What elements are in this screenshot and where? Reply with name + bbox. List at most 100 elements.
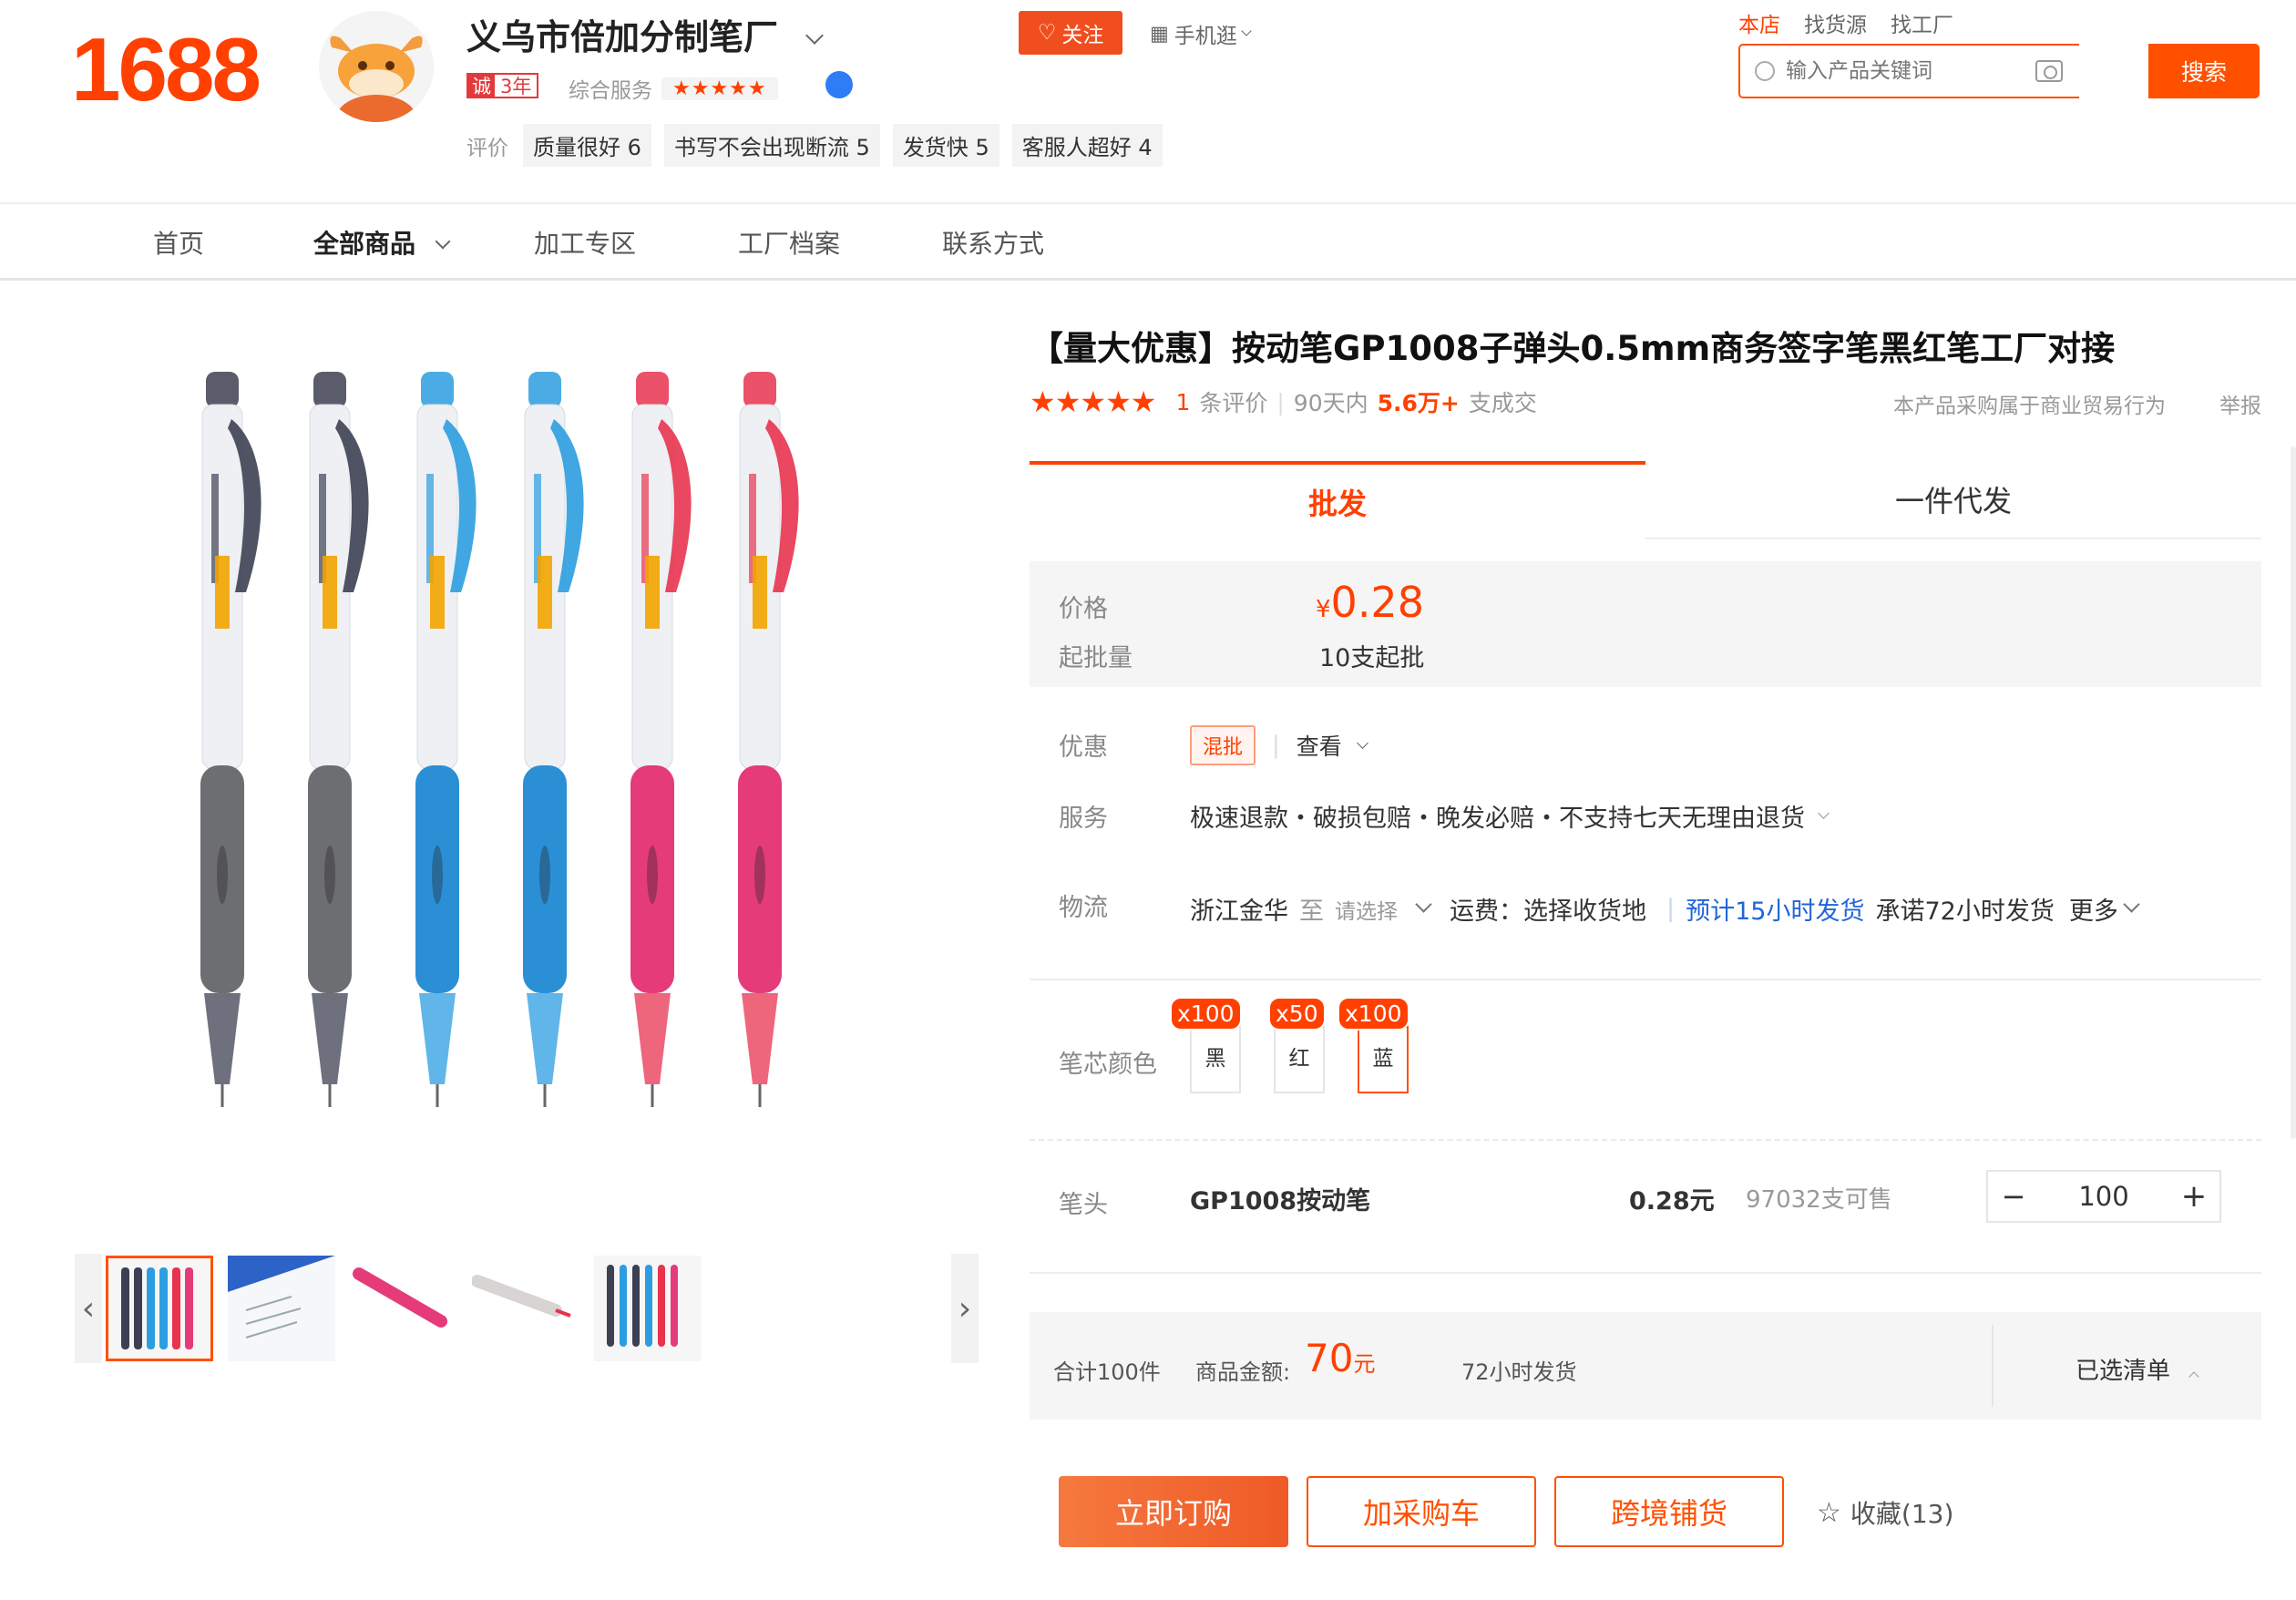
pen-button xyxy=(313,372,346,408)
chevron-down-icon[interactable] xyxy=(1415,896,1432,913)
pen-tip xyxy=(634,993,671,1084)
heart-plus-icon: ♡ xyxy=(1037,21,1057,45)
chevron-down-icon xyxy=(1241,26,1252,36)
chevron-down-icon xyxy=(1818,807,1830,819)
destination-select[interactable]: 请选择 xyxy=(1335,894,1398,925)
sku-stock: 97032支可售 xyxy=(1746,1186,1892,1214)
thumbnail-strip: ‹ › xyxy=(75,1254,979,1363)
pen-button xyxy=(421,372,454,408)
thumbnail-pens-image xyxy=(121,1267,193,1349)
logistics-row: 物流 xyxy=(1059,887,1108,923)
total-count: 合计100件 xyxy=(1053,1359,1161,1385)
camera-icon[interactable] xyxy=(2035,60,2063,82)
pen-grip-slot xyxy=(324,846,335,904)
shop-name[interactable]: 义乌市倍加分制笔厂 xyxy=(466,9,825,59)
promise-text: 承诺72小时发货 xyxy=(1875,897,2055,926)
quantity-minus-button[interactable]: − xyxy=(1988,1172,2039,1221)
scope-find-source[interactable]: 找货源 xyxy=(1804,7,1867,38)
pen-tip xyxy=(742,993,778,1084)
add-to-cart-button[interactable]: 加采购车 xyxy=(1307,1476,1536,1547)
thumbnail-5[interactable] xyxy=(594,1256,702,1361)
search-input[interactable] xyxy=(1786,59,2059,83)
pen-ink xyxy=(215,556,230,629)
integrity-years: 3年 xyxy=(500,76,532,97)
thumb-prev-button[interactable]: ‹ xyxy=(75,1254,102,1363)
mixed-batch-tag: 混批 xyxy=(1190,725,1256,765)
quantity-plus-button[interactable]: + xyxy=(2168,1172,2219,1221)
thumbnail-2[interactable] xyxy=(228,1256,335,1361)
report-link[interactable]: 举报 xyxy=(2219,388,2261,419)
scope-this-shop[interactable]: 本店 xyxy=(1738,7,1780,38)
pen-grip-slot xyxy=(647,846,658,904)
pens-image xyxy=(200,372,799,1107)
tab-dropship[interactable]: 一件代发 xyxy=(1645,461,2261,539)
pen-tip xyxy=(312,993,348,1084)
thumb-next-button[interactable]: › xyxy=(951,1254,979,1363)
favorite-button[interactable]: ☆ 收藏(13) xyxy=(1817,1494,1953,1531)
service-values[interactable]: 极速退款・破损包赔・晚发必赔・不支持七天无理由退货 xyxy=(1190,798,1830,834)
selected-list-toggle[interactable]: 已选清单 xyxy=(2076,1352,2199,1386)
pen xyxy=(200,372,261,1107)
search-button[interactable]: 搜索 xyxy=(2148,44,2260,98)
moq-label: 起批量 xyxy=(1059,644,1133,672)
color-row: 笔芯颜色 xyxy=(1059,1044,1157,1080)
chevron-down-icon[interactable] xyxy=(2123,896,2140,913)
price-panel: 价格 ¥0.28 起批量 10支起批 xyxy=(1030,561,2261,687)
review-tag: 发货快 5 xyxy=(892,124,999,167)
tab-wholesale[interactable]: 批发 xyxy=(1030,461,1645,539)
chevron-right-icon: › xyxy=(958,1289,972,1328)
sku-label: 笔头 xyxy=(1059,1191,1108,1219)
search-box xyxy=(1738,44,2079,98)
amount-number: 70 xyxy=(1305,1336,1354,1380)
origin-text: 浙江金华 xyxy=(1190,897,1288,926)
follow-label: 关注 xyxy=(1061,24,1104,47)
nav-home[interactable]: 首页 xyxy=(153,224,204,261)
review-unit: 条评价 xyxy=(1199,390,1268,416)
chat-icon[interactable] xyxy=(825,71,853,98)
color-option-blue[interactable]: 蓝 xyxy=(1358,1026,1409,1093)
color-label: 笔芯颜色 xyxy=(1059,1051,1157,1079)
site-logo[interactable]: 1688 xyxy=(71,18,261,121)
integrity-years-badge: 诚 3年 xyxy=(466,73,539,98)
nav-all-products[interactable]: 全部商品 xyxy=(313,224,451,261)
mobile-browse-button[interactable]: ▦ 手机逛 xyxy=(1150,18,1252,49)
freight-value: 选择收货地 xyxy=(1523,897,1646,926)
review-count[interactable]: 1 xyxy=(1175,389,1190,415)
pen xyxy=(308,372,369,1107)
quantity-input[interactable]: 100 xyxy=(2039,1172,2168,1221)
nav-factory-profile[interactable]: 工厂档案 xyxy=(738,224,840,261)
order-now-button[interactable]: 立即订购 xyxy=(1059,1476,1288,1547)
thumbnail-4[interactable] xyxy=(472,1256,579,1361)
promo-label: 优惠 xyxy=(1059,733,1108,762)
promo-row: 优惠 xyxy=(1059,727,1108,763)
pen-tip xyxy=(419,993,456,1084)
pen-button xyxy=(636,372,669,408)
crossborder-button[interactable]: 跨境铺货 xyxy=(1554,1476,1784,1547)
promo-view-link[interactable]: 查看 xyxy=(1297,729,1342,762)
nav-processing[interactable]: 加工专区 xyxy=(534,224,636,261)
color-option-red[interactable]: 红 xyxy=(1274,1026,1325,1093)
thumbnail-3[interactable] xyxy=(350,1256,457,1361)
section-divider xyxy=(1030,1272,2261,1274)
follow-button[interactable]: ♡ 关注 xyxy=(1019,11,1122,55)
color-option-black[interactable]: 黑 xyxy=(1190,1026,1241,1093)
quantity-badge: x100 xyxy=(1170,997,1242,1031)
favorite-label: 收藏(13) xyxy=(1850,1499,1954,1529)
product-main-image[interactable] xyxy=(182,364,820,1212)
pen xyxy=(523,372,584,1107)
color-option-label: 黑 xyxy=(1204,1047,1226,1071)
scope-find-factory[interactable]: 找工厂 xyxy=(1891,7,1953,38)
chevron-left-icon: ‹ xyxy=(81,1289,96,1328)
thumbnail-1[interactable] xyxy=(106,1256,213,1361)
chevron-down-icon[interactable] xyxy=(805,26,825,45)
more-link[interactable]: 更多 xyxy=(2069,891,2118,927)
shop-avatar[interactable] xyxy=(319,11,434,122)
selected-list-label: 已选清单 xyxy=(2076,1358,2171,1385)
nav-contact[interactable]: 联系方式 xyxy=(942,224,1044,261)
sales-suffix: 支成交 xyxy=(1468,390,1537,416)
search-scope-tabs: 本店 找货源 找工厂 xyxy=(1738,7,1953,38)
service-text: 极速退款・破损包赔・晚发必赔・不支持七天无理由退货 xyxy=(1190,805,1805,833)
review-tag: 质量很好 6 xyxy=(523,124,651,167)
qr-grid-icon: ▦ xyxy=(1150,22,1169,46)
sku-name: GP1008按动笔 xyxy=(1190,1187,1371,1215)
